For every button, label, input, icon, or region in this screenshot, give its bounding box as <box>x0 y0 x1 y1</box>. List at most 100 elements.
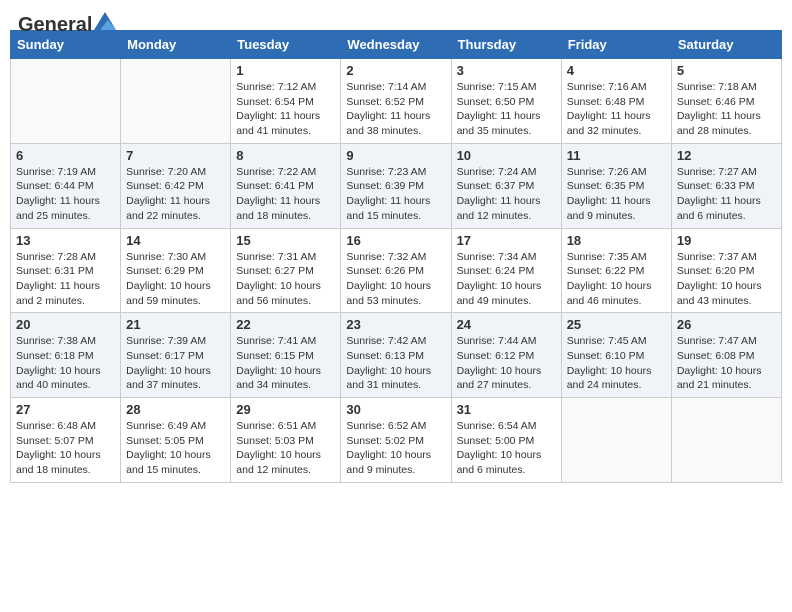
calendar-cell <box>671 398 781 483</box>
day-number: 10 <box>457 148 556 163</box>
day-number: 11 <box>567 148 666 163</box>
day-number: 12 <box>677 148 776 163</box>
column-header-saturday: Saturday <box>671 31 781 59</box>
calendar-cell: 28Sunrise: 6:49 AMSunset: 5:05 PMDayligh… <box>121 398 231 483</box>
day-number: 5 <box>677 63 776 78</box>
calendar-cell: 25Sunrise: 7:45 AMSunset: 6:10 PMDayligh… <box>561 313 671 398</box>
day-info: Sunrise: 7:32 AMSunset: 6:26 PMDaylight:… <box>346 250 445 309</box>
day-number: 8 <box>236 148 335 163</box>
logo-text: General <box>18 14 92 36</box>
calendar-header-row: SundayMondayTuesdayWednesdayThursdayFrid… <box>11 31 782 59</box>
calendar-cell: 17 Sunrise: 7:34 AMSunset: 6:24 PMDayligh… <box>451 228 561 313</box>
day-number: 23 <box>346 317 445 332</box>
day-info: Sunrise: 7:34 AMSunset: 6:24 PMDaylight:… <box>457 250 556 309</box>
day-number: 18 <box>567 233 666 248</box>
day-number: 1 <box>236 63 335 78</box>
day-info: Sunrise: 7:12 AMSunset: 6:54 PMDaylight:… <box>236 80 335 139</box>
day-info: Sunrise: 6:51 AMSunset: 5:03 PMDaylight:… <box>236 419 335 478</box>
day-info: Sunrise: 7:44 AMSunset: 6:12 PMDaylight:… <box>457 334 556 393</box>
day-number: 4 <box>567 63 666 78</box>
calendar-cell: 3 Sunrise: 7:15 AMSunset: 6:50 PMDaylight… <box>451 59 561 144</box>
calendar-cell: 18 Sunrise: 7:35 AMSunset: 6:22 PMDayligh… <box>561 228 671 313</box>
day-info: Sunrise: 7:35 AMSunset: 6:22 PMDaylight:… <box>567 250 666 309</box>
calendar-cell <box>121 59 231 144</box>
day-number: 3 <box>457 63 556 78</box>
day-info: Sunrise: 7:28 AMSunset: 6:31 PMDaylight:… <box>16 250 115 309</box>
day-info: Sunrise: 7:27 AMSunset: 6:33 PMDaylight:… <box>677 165 776 224</box>
day-info: Sunrise: 7:39 AMSunset: 6:17 PMDaylight:… <box>126 334 225 393</box>
calendar-cell: 8 Sunrise: 7:22 AMSunset: 6:41 PMDaylight… <box>231 143 341 228</box>
day-info: Sunrise: 7:41 AMSunset: 6:15 PMDaylight:… <box>236 334 335 393</box>
day-info: Sunrise: 7:42 AMSunset: 6:13 PMDaylight:… <box>346 334 445 393</box>
calendar-cell: 12 Sunrise: 7:27 AMSunset: 6:33 PMDayligh… <box>671 143 781 228</box>
day-info: Sunrise: 7:18 AMSunset: 6:46 PMDaylight:… <box>677 80 776 139</box>
day-number: 29 <box>236 402 335 417</box>
column-header-thursday: Thursday <box>451 31 561 59</box>
day-info: Sunrise: 7:30 AMSunset: 6:29 PMDaylight:… <box>126 250 225 309</box>
day-number: 22 <box>236 317 335 332</box>
calendar-cell: 31Sunrise: 6:54 AMSunset: 5:00 PMDayligh… <box>451 398 561 483</box>
day-number: 26 <box>677 317 776 332</box>
calendar-week-row: 6Sunrise: 7:19 AMSunset: 6:44 PMDaylight… <box>11 143 782 228</box>
calendar-cell: 16 Sunrise: 7:32 AMSunset: 6:26 PMDayligh… <box>341 228 451 313</box>
column-header-monday: Monday <box>121 31 231 59</box>
calendar-cell: 1 Sunrise: 7:12 AMSunset: 6:54 PMDaylight… <box>231 59 341 144</box>
calendar-cell: 11 Sunrise: 7:26 AMSunset: 6:35 PMDayligh… <box>561 143 671 228</box>
day-info: Sunrise: 7:14 AMSunset: 6:52 PMDaylight:… <box>346 80 445 139</box>
calendar-cell: 10 Sunrise: 7:24 AMSunset: 6:37 PMDayligh… <box>451 143 561 228</box>
day-number: 7 <box>126 148 225 163</box>
day-info: Sunrise: 6:48 AMSunset: 5:07 PMDaylight:… <box>16 419 115 478</box>
day-number: 27 <box>16 402 115 417</box>
day-info: Sunrise: 7:38 AMSunset: 6:18 PMDaylight:… <box>16 334 115 393</box>
day-info: Sunrise: 7:22 AMSunset: 6:41 PMDaylight:… <box>236 165 335 224</box>
day-number: 15 <box>236 233 335 248</box>
day-info: Sunrise: 7:23 AMSunset: 6:39 PMDaylight:… <box>346 165 445 224</box>
calendar-cell <box>561 398 671 483</box>
calendar-cell <box>11 59 121 144</box>
day-number: 30 <box>346 402 445 417</box>
calendar-cell: 7 Sunrise: 7:20 AMSunset: 6:42 PMDaylight… <box>121 143 231 228</box>
day-number: 9 <box>346 148 445 163</box>
column-header-friday: Friday <box>561 31 671 59</box>
calendar-cell: 4Sunrise: 7:16 AMSunset: 6:48 PMDaylight… <box>561 59 671 144</box>
day-info: Sunrise: 7:15 AMSunset: 6:50 PMDaylight:… <box>457 80 556 139</box>
calendar-cell: 22 Sunrise: 7:41 AMSunset: 6:15 PMDayligh… <box>231 313 341 398</box>
calendar-cell: 27 Sunrise: 6:48 AMSunset: 5:07 PMDayligh… <box>11 398 121 483</box>
calendar-week-row: 20 Sunrise: 7:38 AMSunset: 6:18 PMDayligh… <box>11 313 782 398</box>
day-info: Sunrise: 7:45 AMSunset: 6:10 PMDaylight:… <box>567 334 666 393</box>
calendar-cell: 9 Sunrise: 7:23 AMSunset: 6:39 PMDaylight… <box>341 143 451 228</box>
calendar-week-row: 1 Sunrise: 7:12 AMSunset: 6:54 PMDaylight… <box>11 59 782 144</box>
day-number: 16 <box>346 233 445 248</box>
calendar-week-row: 27 Sunrise: 6:48 AMSunset: 5:07 PMDayligh… <box>11 398 782 483</box>
day-info: Sunrise: 7:26 AMSunset: 6:35 PMDaylight:… <box>567 165 666 224</box>
day-number: 17 <box>457 233 556 248</box>
day-info: Sunrise: 7:47 AMSunset: 6:08 PMDaylight:… <box>677 334 776 393</box>
calendar-cell: 13 Sunrise: 7:28 AMSunset: 6:31 PMDayligh… <box>11 228 121 313</box>
day-number: 20 <box>16 317 115 332</box>
calendar-cell: 5 Sunrise: 7:18 AMSunset: 6:46 PMDaylight… <box>671 59 781 144</box>
day-number: 21 <box>126 317 225 332</box>
calendar-cell: 14 Sunrise: 7:30 AMSunset: 6:29 PMDayligh… <box>121 228 231 313</box>
calendar-cell: 23 Sunrise: 7:42 AMSunset: 6:13 PMDayligh… <box>341 313 451 398</box>
day-number: 6 <box>16 148 115 163</box>
page-header: General <box>10 10 782 22</box>
column-header-tuesday: Tuesday <box>231 31 341 59</box>
calendar-cell: 2Sunrise: 7:14 AMSunset: 6:52 PMDaylight… <box>341 59 451 144</box>
logo: General <box>18 14 116 18</box>
day-info: Sunrise: 7:37 AMSunset: 6:20 PMDaylight:… <box>677 250 776 309</box>
calendar-cell: 15 Sunrise: 7:31 AMSunset: 6:27 PMDayligh… <box>231 228 341 313</box>
calendar-cell: 30 Sunrise: 6:52 AMSunset: 5:02 PMDayligh… <box>341 398 451 483</box>
calendar-cell: 24 Sunrise: 7:44 AMSunset: 6:12 PMDayligh… <box>451 313 561 398</box>
calendar-cell: 6Sunrise: 7:19 AMSunset: 6:44 PMDaylight… <box>11 143 121 228</box>
day-info: Sunrise: 7:24 AMSunset: 6:37 PMDaylight:… <box>457 165 556 224</box>
logo-icon <box>94 12 116 30</box>
day-number: 14 <box>126 233 225 248</box>
day-number: 24 <box>457 317 556 332</box>
calendar-cell: 21 Sunrise: 7:39 AMSunset: 6:17 PMDayligh… <box>121 313 231 398</box>
calendar-week-row: 13 Sunrise: 7:28 AMSunset: 6:31 PMDayligh… <box>11 228 782 313</box>
day-info: Sunrise: 6:52 AMSunset: 5:02 PMDaylight:… <box>346 419 445 478</box>
day-number: 13 <box>16 233 115 248</box>
day-info: Sunrise: 7:20 AMSunset: 6:42 PMDaylight:… <box>126 165 225 224</box>
day-number: 31 <box>457 402 556 417</box>
day-info: Sunrise: 7:31 AMSunset: 6:27 PMDaylight:… <box>236 250 335 309</box>
